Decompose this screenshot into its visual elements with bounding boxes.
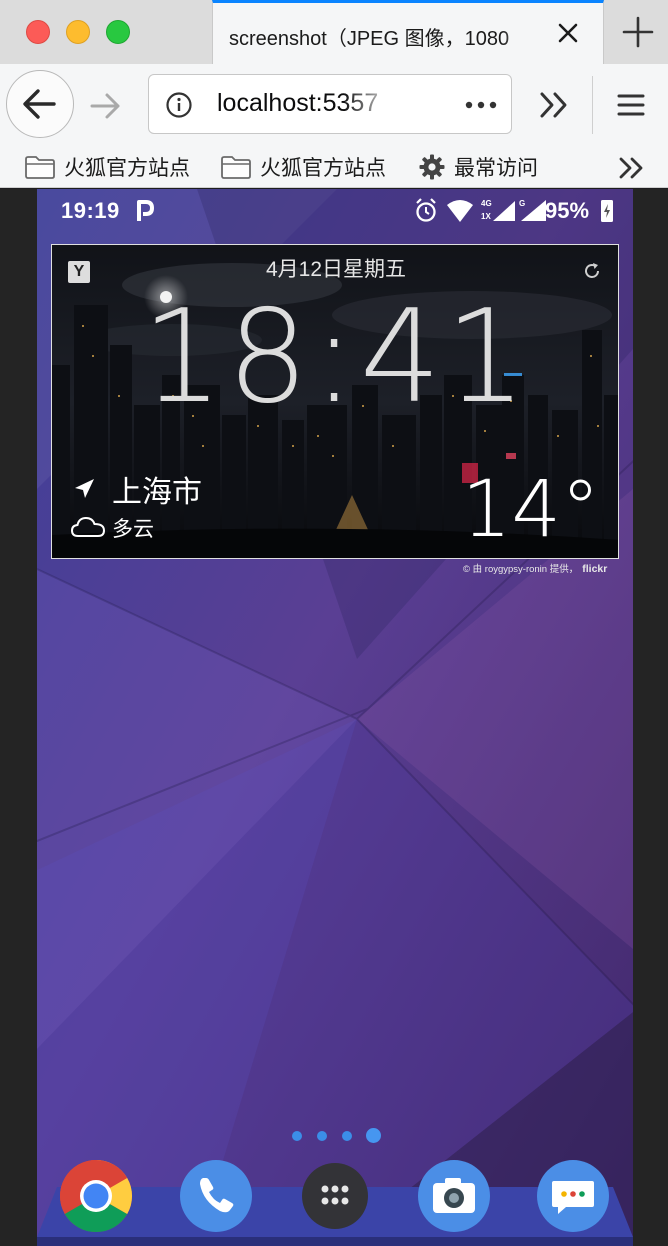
toolbar-divider [592,76,593,134]
bookmark-most-visited[interactable]: 最常访问 [418,150,538,184]
page-dot[interactable] [342,1131,352,1141]
bookmark-folder-1[interactable]: 火狐官方站点 [24,150,190,184]
messages-icon[interactable] [536,1159,610,1233]
new-tab-icon[interactable] [618,12,658,52]
bookmark-label: 火狐官方站点 [64,157,190,180]
wifi-icon [447,200,473,222]
hamburger-menu-icon[interactable] [614,90,648,120]
page-dot-active[interactable] [366,1128,381,1143]
phone-icon[interactable] [179,1159,253,1233]
bookmark-label: 最常访问 [454,157,538,180]
photo-credit: © 由 roygypsy-ronin 提供， flickr [463,561,623,575]
gear-icon [419,154,445,180]
widget-date: 4月12日星期五 [265,258,407,281]
bookmark-folder-2[interactable]: 火狐官方站点 [220,150,386,184]
widget-city[interactable]: 上海市 [112,467,202,511]
toolbar-overflow-icon[interactable] [536,88,572,122]
cloud-icon [70,516,106,537]
bookmarks-toolbar: 火狐官方站点 火狐官方站点 最常访问 [0,146,668,188]
battery-charging-icon [601,200,613,222]
active-tab[interactable]: screenshot（JPEG 图像，1080 [212,0,604,64]
tab-bar: screenshot（JPEG 图像，1080 [0,0,668,64]
close-tab-icon[interactable] [555,20,581,46]
roaming-label: 1X [481,212,491,221]
alarm-icon [416,198,436,222]
site-info-icon[interactable] [165,91,193,119]
page-actions-icon[interactable] [461,93,501,117]
forward-arrow-icon[interactable] [86,86,126,126]
clock-weather-widget[interactable]: Y 4月12日星期五 18:41 上海市 多云 14° [51,244,619,559]
location-arrow-icon [75,479,94,498]
credit-text: © 由 roygypsy-ronin 提供， [463,564,579,575]
signal-1-icon [493,201,515,221]
flickr-logo: flickr [582,563,608,575]
temperature[interactable]: 14° [462,465,600,555]
weather-condition: 多云 [112,518,154,541]
window-minimize-button[interactable] [66,20,90,44]
widget-clock[interactable]: 18:41 [52,281,618,435]
back-button[interactable] [6,70,74,138]
p-notification-icon [137,200,154,221]
bookmark-label: 火狐官方站点 [260,157,386,180]
url-text[interactable]: localhost:5357 [217,89,397,118]
window-close-button[interactable] [26,20,50,44]
app-drawer-icon[interactable] [298,1159,372,1233]
chrome-icon[interactable] [59,1159,133,1233]
status-bar: 19:19 4G 1X G 95% [37,189,633,233]
status-time: 19:19 [61,198,120,223]
back-arrow-icon [23,89,56,119]
android-home-screen: 19:19 4G 1X G 95% Y 4月12日星期五 18:41 上海市 多… [37,189,633,1246]
folder-icon [221,156,251,179]
page-dot[interactable] [292,1131,302,1141]
network-type-label: 4G [481,199,492,208]
page-dot[interactable] [317,1131,327,1141]
page-indicator [37,1127,633,1143]
camera-icon[interactable] [417,1159,491,1233]
window-maximize-button[interactable] [106,20,130,44]
folder-icon [25,156,55,179]
g-label: G [519,199,525,208]
refresh-icon[interactable] [582,261,602,281]
navigation-bar: localhost:5357 [0,64,668,146]
address-bar[interactable]: localhost:5357 [148,74,512,134]
battery-percent: 95% [545,198,590,223]
page-viewport: 19:19 4G 1X G 95% Y 4月12日星期五 18:41 上海市 多… [0,189,668,1246]
bookmarks-overflow-icon[interactable] [616,154,646,182]
tab-title: screenshot（JPEG 图像，1080 [229,28,510,50]
